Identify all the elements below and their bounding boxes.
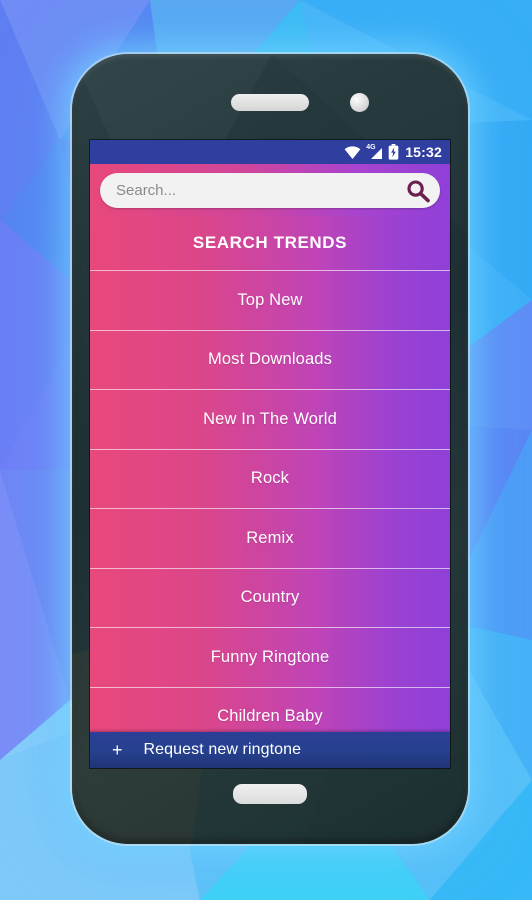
search-icon[interactable] — [405, 178, 431, 204]
list-item-new-in-the-world[interactable]: New In The World — [90, 390, 450, 450]
request-new-ringtone-button[interactable]: + Request new ringtone — [90, 732, 450, 768]
list-item-label: Most Downloads — [207, 350, 333, 369]
search-bar[interactable] — [100, 173, 440, 208]
list-item-funny-ringtone[interactable]: Funny Ringtone — [90, 628, 450, 688]
status-bar: 4G 15:32 — [90, 140, 450, 164]
list-header-label: SEARCH TRENDS — [192, 233, 348, 252]
request-new-ringtone-label: Request new ringtone — [143, 741, 302, 758]
phone-screen: 4G 15:32 Search... SEARCH TRENDS Top New… — [90, 140, 450, 768]
list-item-label: Funny Ringtone — [210, 647, 330, 666]
list-header-search-trends: SEARCH TRENDS — [90, 216, 450, 271]
list-item-label: Children Baby — [217, 707, 323, 726]
list-item-country[interactable]: Country — [90, 568, 450, 628]
front-camera — [350, 93, 369, 112]
status-time: 15:32 — [405, 144, 442, 160]
trend-list[interactable]: SEARCH TRENDS Top New Most Downloads New… — [90, 216, 450, 768]
home-button[interactable] — [233, 784, 307, 804]
list-item-label: Remix — [246, 528, 294, 547]
list-item-label: New In The World — [203, 409, 337, 428]
search-area — [90, 164, 450, 216]
list-item-top-new[interactable]: Top New — [90, 271, 450, 331]
list-item-most-downloads[interactable]: Most Downloads — [90, 330, 450, 390]
search-input[interactable] — [116, 182, 405, 199]
battery-charging-icon — [388, 144, 399, 160]
list-item-remix[interactable]: Remix — [90, 509, 450, 569]
list-item-rock[interactable]: Rock — [90, 449, 450, 509]
earpiece-speaker — [231, 94, 309, 111]
list-item-label: Rock — [250, 469, 290, 488]
plus-icon: + — [112, 740, 123, 760]
list-item-label: Country — [240, 588, 300, 607]
phone-device: 4G 15:32 Search... SEARCH TRENDS Top New… — [72, 54, 468, 844]
list-item-label: Top New — [237, 290, 303, 309]
signal-icon: 4G — [366, 144, 383, 160]
wifi-icon — [344, 145, 361, 159]
